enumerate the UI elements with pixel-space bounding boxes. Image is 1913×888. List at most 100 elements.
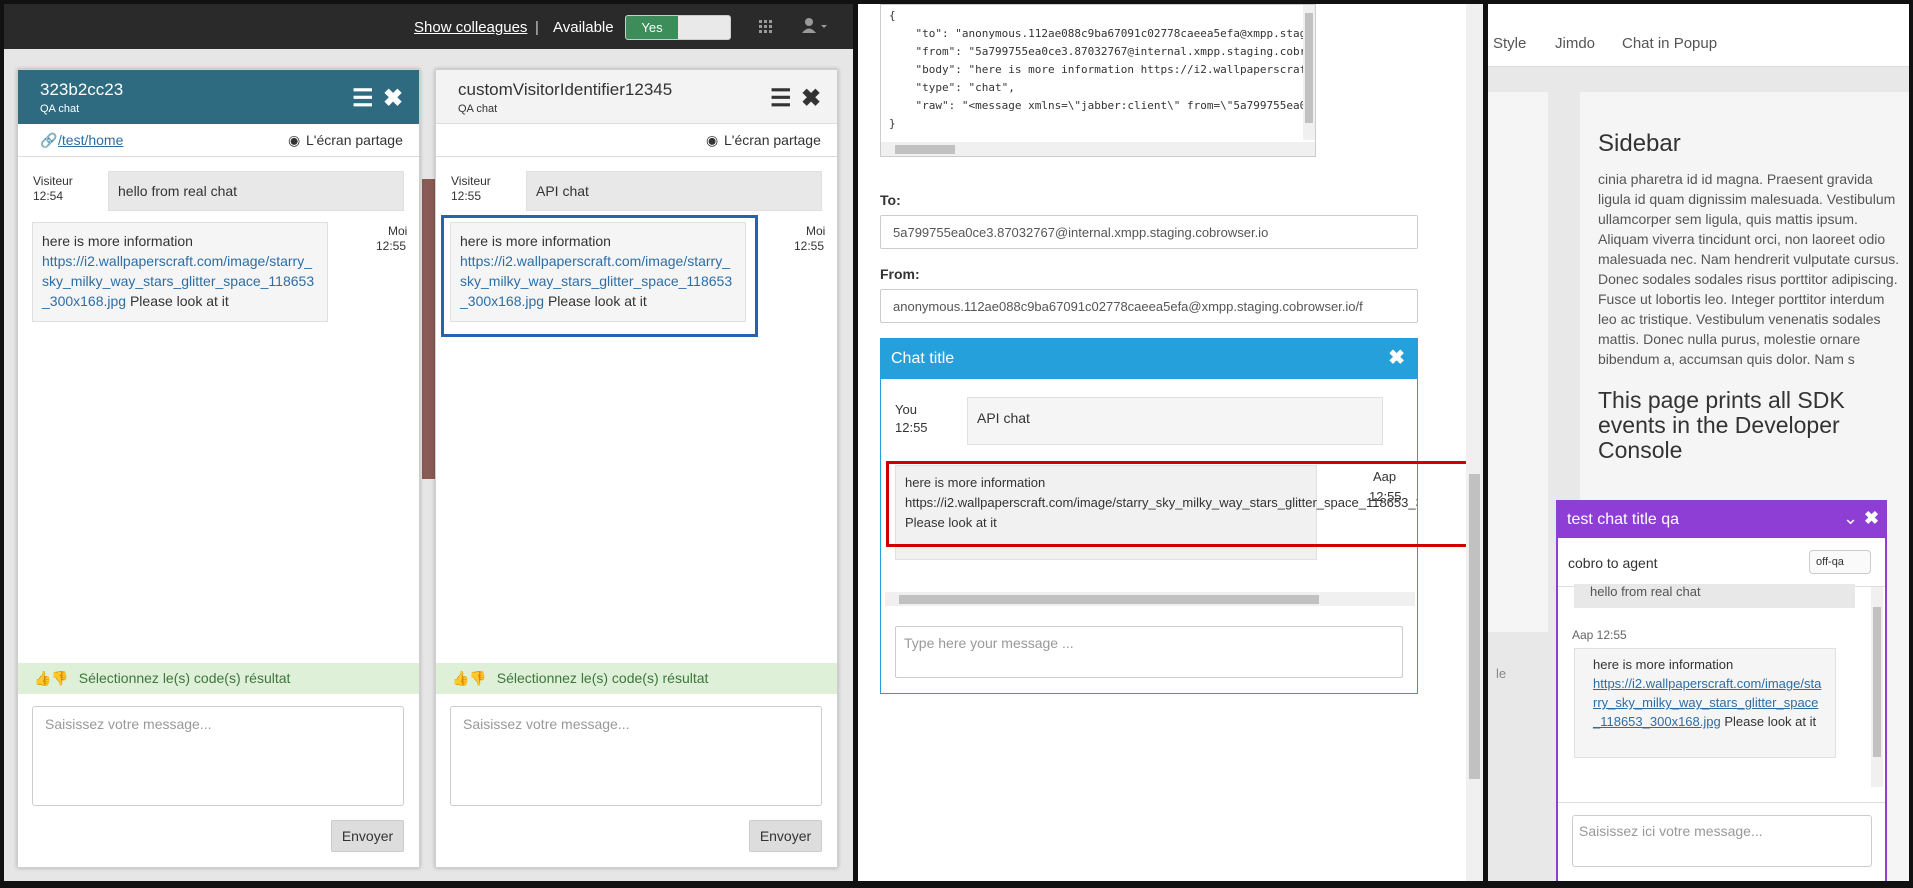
api-message-input[interactable]: Type here your message ... — [895, 626, 1403, 678]
to-label: To: — [880, 192, 901, 208]
messages-horizontal-scrollbar[interactable] — [885, 592, 1415, 606]
sidebar-title: Sidebar — [1598, 130, 1681, 157]
chat-subheader-2: ◉ L'écran partage — [436, 124, 837, 157]
agent-label: Moi — [806, 224, 826, 238]
message-meta: Aap 12:55 — [1572, 628, 1627, 642]
agent-message: here is more information https://i2.wall… — [32, 222, 328, 322]
agent-message: here is more information https://i2.wall… — [450, 222, 746, 322]
result-code-bar[interactable]: 👍👎 Sélectionnez le(s) code(s) résultat — [18, 663, 419, 694]
chat-window-1: 323b2cc23 QA chat ☰ ✖ 🔗 /test/home ◉ L'é… — [17, 69, 420, 868]
left-content-block — [1488, 92, 1548, 632]
website-panel: Style Jimdo Chat in Popup le Sidebar cin… — [1488, 4, 1909, 881]
visitor-message: hello from real chat — [108, 171, 404, 211]
result-code-bar[interactable]: 👍👎 Sélectionnez le(s) code(s) résultat — [436, 663, 837, 694]
visitor-label: Visiteur — [451, 174, 491, 188]
page-path-link[interactable]: /test/home — [58, 132, 123, 148]
you-label: You — [895, 402, 917, 417]
message-tail: Please look at it — [547, 293, 647, 309]
message-tail: Please look at it — [1724, 714, 1817, 729]
code-horizontal-scrollbar[interactable] — [881, 142, 1315, 156]
chat-subtitle: QA chat — [40, 103, 80, 115]
agent-console-panel: Show colleagues | Available Yes 323b2cc2… — [4, 4, 853, 881]
user-menu-icon[interactable] — [802, 18, 828, 39]
agent-time: 12:55 — [794, 239, 825, 253]
code-line: } — [889, 117, 896, 130]
eye-slash-icon: ◉ — [706, 132, 719, 148]
nav-item-chat-popup[interactable]: Chat in Popup — [1622, 35, 1717, 52]
send-button[interactable]: Envoyer — [749, 820, 822, 852]
chat-header-1: 323b2cc23 QA chat ☰ ✖ — [18, 70, 419, 124]
visitor-label: Visiteur — [33, 174, 73, 188]
grid-icon[interactable] — [759, 20, 773, 34]
widget-message-input[interactable]: Saisissez ici votre message... — [1572, 815, 1872, 867]
close-icon[interactable]: ✖ — [1388, 339, 1405, 377]
topbar-separator: | — [535, 19, 539, 36]
nav-item-jimdo[interactable]: Jimdo — [1555, 35, 1595, 52]
code-line: "from": "5a799755ea0ce3.87032767@interna… — [889, 45, 1316, 58]
visitor-time: 12:54 — [33, 189, 64, 203]
message-tail: Please look at it — [129, 293, 229, 309]
sdk-heading: This page prints all SDK events in the D… — [1598, 387, 1845, 463]
message-text: here is more information — [460, 233, 611, 249]
you-message: API chat — [967, 397, 1383, 445]
nav-item-style[interactable]: Style — [1493, 35, 1526, 52]
close-icon[interactable]: ✖ — [801, 84, 821, 113]
toggle-yes-label: Yes — [626, 16, 678, 39]
code-vertical-scrollbar[interactable] — [1303, 5, 1315, 140]
chat-subheader-1: 🔗 /test/home ◉ L'écran partage — [18, 124, 419, 157]
widget-divider — [1558, 802, 1885, 803]
code-lines: { "to": "anonymous.112ae088c9ba67091c027… — [889, 7, 1316, 133]
widget-scrollbar[interactable] — [1871, 587, 1883, 787]
chat-header-2: customVisitorIdentifier12345 QA chat ☰ ✖ — [436, 70, 837, 124]
agent-message: here is more information https://i2.wall… — [1574, 648, 1836, 758]
from-field[interactable]: anonymous.112ae088c9ba67091c02778caeea5e… — [880, 289, 1418, 323]
send-button[interactable]: Envoyer — [331, 820, 404, 852]
thumbs-icon: 👍👎 — [452, 670, 487, 686]
message-input[interactable]: Saisissez votre message... — [32, 706, 404, 806]
thumbs-icon: 👍👎 — [34, 670, 69, 686]
availability-toggle[interactable]: Yes — [625, 15, 731, 40]
menu-icon[interactable]: ☰ — [352, 84, 374, 113]
message-text: here is more information — [1593, 657, 1734, 672]
chat-subtitle: QA chat — [458, 103, 498, 115]
result-code-label: Sélectionnez le(s) code(s) résultat — [496, 670, 709, 686]
chevron-down-icon[interactable]: ⌄ — [1843, 508, 1858, 529]
agent-time: 12:55 — [376, 239, 407, 253]
agent-name: cobro to agent — [1568, 555, 1658, 571]
previous-message: hello from real chat — [1574, 584, 1855, 608]
widget-title: test chat title qa — [1558, 502, 1885, 538]
screen-share-button[interactable]: L'écran partage — [306, 132, 403, 148]
chat-title: 323b2cc23 — [40, 80, 124, 99]
agent-topbar: Show colleagues | Available Yes — [4, 4, 853, 49]
chat-widget: test chat title qa ⌄ ✖ cobro to agent of… — [1556, 500, 1887, 881]
visitor-time: 12:55 — [451, 189, 482, 203]
result-code-label: Sélectionnez le(s) code(s) résultat — [78, 670, 291, 686]
eye-slash-icon: ◉ — [288, 132, 301, 148]
stray-text: le — [1496, 666, 1507, 681]
code-line: "type": "chat", — [889, 81, 1015, 94]
code-line: "body": "here is more information https:… — [889, 63, 1316, 76]
sidebar-text: cinia pharetra id id magna. Praesent gra… — [1598, 171, 1900, 367]
close-icon[interactable]: ✖ — [1864, 508, 1879, 529]
api-chat-title: Chat title — [881, 339, 1417, 379]
message-input[interactable]: Saisissez votre message... — [450, 706, 822, 806]
close-icon[interactable]: ✖ — [383, 84, 403, 113]
link-icon: 🔗 — [40, 132, 58, 148]
code-line: { — [889, 9, 896, 22]
you-time: 12:55 — [895, 420, 928, 435]
screen-share-button[interactable]: L'écran partage — [724, 132, 821, 148]
show-colleagues-link[interactable]: Show colleagues — [414, 19, 527, 36]
visitor-message: API chat — [526, 171, 822, 211]
developer-console-panel: { "to": "anonymous.112ae088c9ba67091c027… — [858, 4, 1483, 881]
red-highlight-box — [886, 461, 1470, 547]
availability-label: Available — [553, 19, 614, 36]
agent-toggle[interactable]: off-qa — [1809, 550, 1871, 574]
from-label: From: — [880, 266, 920, 282]
code-line: "to": "anonymous.112ae088c9ba67091c02778… — [889, 27, 1316, 40]
page-vertical-scrollbar[interactable] — [1466, 4, 1483, 881]
code-line: "raw": "<message xmlns=\"jabber:client\"… — [915, 99, 1316, 112]
menu-icon[interactable]: ☰ — [770, 84, 792, 113]
agent-label: Moi — [388, 224, 408, 238]
to-field[interactable]: 5a799755ea0ce3.87032767@internal.xmpp.st… — [880, 215, 1418, 249]
widget-agent-bar: cobro to agent off-qa — [1558, 538, 1885, 587]
